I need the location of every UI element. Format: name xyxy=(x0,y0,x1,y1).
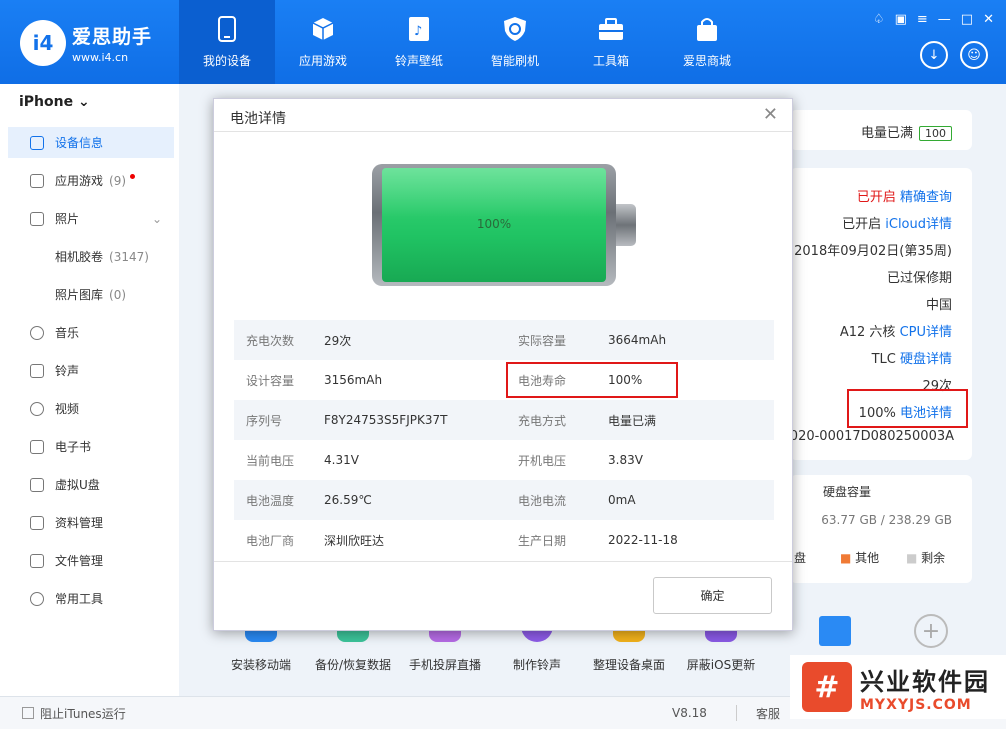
table-row: 充电次数 29次 实际容量 3664mAh xyxy=(234,320,774,360)
table-row: 当前电压 4.31V 开机电压 3.83V xyxy=(234,440,774,480)
table-row: 电池厂商 深圳欣旺达 生产日期 2022-11-18 xyxy=(234,520,774,560)
row-key: 充电次数 xyxy=(246,333,295,348)
row-key: 生产日期 xyxy=(518,533,567,548)
close-icon[interactable]: ✕ xyxy=(763,104,778,125)
row-value: 3664mAh xyxy=(608,333,667,347)
row-value: 29次 xyxy=(324,333,352,348)
watermark: # 兴业软件园 MYXYJS.COM xyxy=(790,655,1006,719)
dialog-title: 电池详情 xyxy=(230,111,286,127)
watermark-url: MYXYJS.COM xyxy=(860,696,972,713)
row-key: 设计容量 xyxy=(246,373,295,388)
row-value: 0mA xyxy=(608,493,636,507)
row-value: 3156mAh xyxy=(324,373,383,387)
watermark-logo-icon: # xyxy=(802,662,852,712)
battery-details-dialog: 电池详情 ✕ 100% 充电次数 29次 实际容量 3664mAh 设计容量 3156m… xyxy=(213,98,793,631)
battery-terminal xyxy=(616,204,636,246)
row-value: 电量已满 xyxy=(608,413,657,428)
confirm-button[interactable]: 确定 xyxy=(653,577,772,614)
row-key: 开机电压 xyxy=(518,453,567,468)
row-key: 电池厂商 xyxy=(246,533,295,548)
table-row: 设计容量 3156mAh 电池寿命 100% xyxy=(234,360,774,400)
battery-graphic: 100% xyxy=(372,164,636,286)
row-key: 电池电流 xyxy=(518,493,567,508)
row-key: 实际容量 xyxy=(518,333,567,348)
row-value: 4.31V xyxy=(324,453,359,467)
watermark-title: 兴业软件园 xyxy=(860,667,990,696)
battery-info-table: 充电次数 29次 实际容量 3664mAh 设计容量 3156mAh 电池寿命 100% 序… xyxy=(234,320,774,560)
row-value: 深圳欣旺达 xyxy=(324,533,385,548)
battery-shine xyxy=(382,168,606,218)
highlight-box xyxy=(506,362,678,398)
row-value: 2022-11-18 xyxy=(608,533,678,547)
battery-percent: 100% xyxy=(476,217,512,231)
row-key: 当前电压 xyxy=(246,453,295,468)
divider xyxy=(214,561,792,562)
row-key: 序列号 xyxy=(246,413,283,428)
table-row: 序列号 F8Y24753S5FJPK37T 充电方式 电量已满 xyxy=(234,400,774,440)
divider xyxy=(214,131,792,132)
row-value: 3.83V xyxy=(608,453,643,467)
row-key: 充电方式 xyxy=(518,413,567,428)
table-row: 电池温度 26.59℃ 电池电流 0mA xyxy=(234,480,774,520)
row-value: 26.59℃ xyxy=(324,493,372,507)
row-key: 电池温度 xyxy=(246,493,295,508)
row-value: F8Y24753S5FJPK37T xyxy=(324,413,448,427)
